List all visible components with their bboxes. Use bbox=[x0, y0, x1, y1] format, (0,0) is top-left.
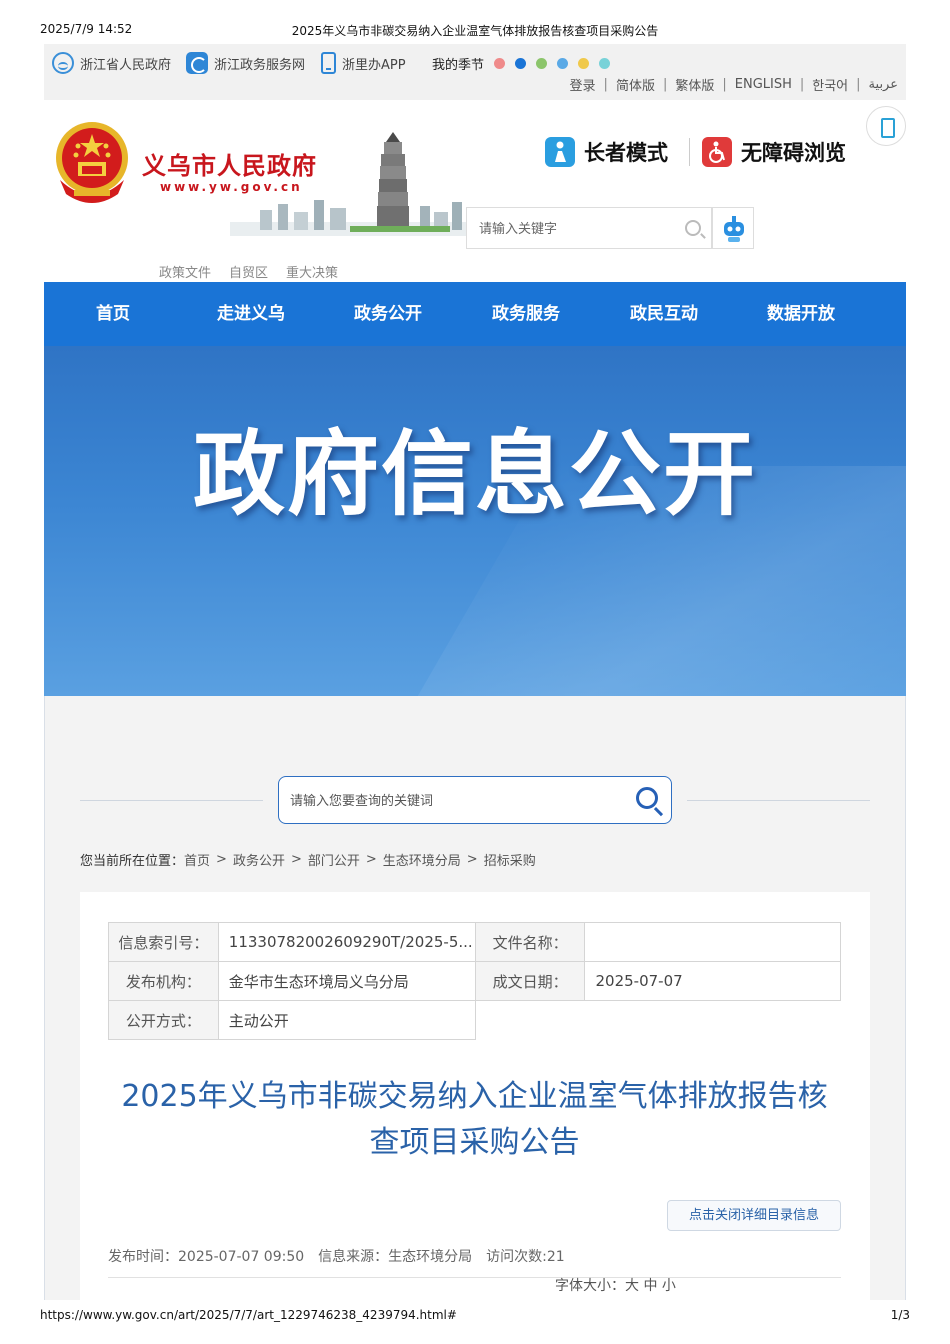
nav-interaction[interactable]: 政民互动 bbox=[630, 282, 698, 346]
national-emblem-icon bbox=[56, 122, 128, 203]
season-color-pink[interactable] bbox=[494, 57, 506, 69]
filename-label: 文件名称： bbox=[474, 922, 586, 962]
breadcrumb-prefix: 您当前所在位置： bbox=[80, 854, 185, 869]
quicklink-decisions[interactable]: 重大决策 bbox=[286, 262, 338, 281]
top-bar: 浙江省人民政府 浙江政务服务网 浙里办APP 我的季节 登录 | 简体版 | 繁体版… bbox=[44, 44, 906, 100]
breadcrumb-eco-bureau[interactable]: 生态环境分局 bbox=[383, 850, 461, 869]
print-footer: https://www.yw.gov.cn/art/2025/7/7/art_1… bbox=[0, 1308, 950, 1324]
breadcrumb-dept[interactable]: 部门公开 bbox=[308, 850, 360, 869]
breadcrumb-bidding[interactable]: 招标采购 bbox=[484, 850, 536, 869]
season-color-blue[interactable] bbox=[515, 57, 527, 69]
english-link[interactable]: ENGLISH bbox=[735, 77, 792, 92]
robot-icon bbox=[724, 216, 744, 242]
nav-open-gov[interactable]: 政务公开 bbox=[354, 282, 422, 346]
print-url: https://www.yw.gov.cn/art/2025/7/7/art_1… bbox=[40, 1308, 457, 1322]
elder-mode-icon bbox=[545, 137, 575, 167]
header-search-input[interactable] bbox=[479, 218, 679, 240]
zhejiang-service-label: 浙江政务服务网 bbox=[214, 57, 306, 73]
accessible-mode-label: 无障碍浏览 bbox=[741, 141, 846, 165]
mobile-app-icon bbox=[321, 52, 336, 74]
print-page-number: 1/3 bbox=[890, 1308, 910, 1322]
elder-mode-button[interactable]: 长者模式 bbox=[545, 136, 668, 168]
season-color-lightblue[interactable] bbox=[557, 57, 569, 69]
index-label: 信息索引号： bbox=[108, 922, 219, 962]
main-search-input[interactable] bbox=[290, 791, 610, 811]
font-size-control[interactable]: 字体大小：大 中 小 bbox=[555, 1275, 676, 1295]
publisher-label: 发布机构： bbox=[108, 961, 219, 1001]
zhejiang-service-link[interactable]: 浙江政务服务网 bbox=[186, 51, 305, 75]
publish-time: 发布时间：2025-07-07 09:50 bbox=[108, 1249, 305, 1265]
mode-value: 主动公开 bbox=[217, 1000, 476, 1040]
publisher-value: 金华市生态环境局义乌分局 bbox=[217, 961, 476, 1001]
zhejiang-gov-label: 浙江省人民政府 bbox=[80, 57, 172, 73]
print-header: 2025/7/9 14:52 2025年义乌市非碳交易纳入企业温室气体排放报告核… bbox=[0, 22, 950, 38]
zheliban-app-label: 浙里办APP bbox=[342, 57, 406, 73]
publish-rule bbox=[108, 1277, 841, 1278]
visit-count: 访问次数:21 bbox=[486, 1249, 565, 1265]
elder-mode-label: 长者模式 bbox=[584, 141, 668, 165]
robot-assistant-button[interactable] bbox=[712, 207, 754, 249]
season-color-cyan[interactable] bbox=[599, 57, 611, 69]
nav-home[interactable]: 首页 bbox=[96, 282, 130, 346]
korean-link[interactable]: 한국어 bbox=[812, 75, 848, 94]
mobile-version-button[interactable] bbox=[866, 106, 906, 146]
nav-services[interactable]: 政务服务 bbox=[492, 282, 560, 346]
publish-info: 发布时间：2025-07-07 09:50 信息来源：生态环境分局 访问次数:2… bbox=[108, 1246, 565, 1266]
search-icon[interactable] bbox=[636, 787, 658, 809]
zheliban-app-link[interactable]: 浙里办APP bbox=[321, 51, 406, 75]
banner: 政府信息公开 bbox=[44, 346, 906, 696]
nav-about[interactable]: 走进义乌 bbox=[217, 282, 285, 346]
traditional-link[interactable]: 繁体版 bbox=[675, 75, 714, 94]
toggle-catalog-button[interactable]: 点击关闭详细目录信息 bbox=[667, 1200, 841, 1231]
zhejiang-gov-link[interactable]: 浙江省人民政府 bbox=[52, 51, 171, 75]
main-nav: 首页 走进义乌 政务公开 政务服务 政民互动 数据开放 bbox=[44, 282, 906, 346]
accessible-mode-button[interactable]: 无障碍浏览 bbox=[702, 136, 846, 168]
print-title: 2025年义乌市非碳交易纳入企业温室气体排放报告核查项目采购公告 bbox=[291, 24, 659, 38]
date-value: 2025-07-07 bbox=[584, 961, 841, 1001]
pagoda-skyline-image bbox=[230, 132, 468, 236]
season-color-yellow[interactable] bbox=[578, 57, 590, 69]
breadcrumb: 您当前所在位置： 首页 > 政务公开 > 部门公开 > 生态环境分局 > 招标采购 bbox=[80, 850, 536, 869]
search-icon[interactable] bbox=[685, 220, 701, 236]
quicklink-policy[interactable]: 政策文件 bbox=[159, 262, 211, 281]
nav-open-data[interactable]: 数据开放 bbox=[767, 282, 835, 346]
zhejiang-gov-icon bbox=[52, 52, 74, 74]
season-label: 我的季节 bbox=[432, 57, 485, 73]
main-search-box bbox=[278, 776, 672, 824]
simplified-link[interactable]: 简体版 bbox=[616, 75, 655, 94]
zhejiang-service-icon bbox=[186, 52, 208, 74]
breadcrumb-home[interactable]: 首页 bbox=[184, 850, 210, 869]
banner-title: 政府信息公开 bbox=[192, 421, 757, 528]
breadcrumb-open-gov[interactable]: 政务公开 bbox=[233, 850, 285, 869]
filename-value bbox=[584, 922, 841, 962]
season-picker: 我的季节 bbox=[432, 51, 611, 75]
info-table: 信息索引号： 11330782002609290T/2025-5... 文件名称… bbox=[108, 922, 841, 1040]
info-source: 信息来源：生态环境分局 bbox=[318, 1249, 473, 1265]
language-bar: 登录 | 简体版 | 繁体版 | ENGLISH | 한국어 | عربية bbox=[569, 75, 898, 94]
mode-label: 公开方式： bbox=[108, 1000, 219, 1040]
document-title: 2025年义乌市非碳交易纳入企业温室气体排放报告核查项目采购公告 bbox=[121, 1079, 828, 1160]
index-value: 11330782002609290T/2025-5... bbox=[217, 922, 476, 962]
wheelchair-icon bbox=[702, 137, 732, 167]
quick-links: 政策文件 自贸区 重大决策 bbox=[159, 262, 338, 281]
mode-divider bbox=[689, 138, 690, 166]
arabic-link[interactable]: عربية bbox=[869, 77, 898, 92]
login-link[interactable]: 登录 bbox=[570, 75, 596, 94]
search-rule-left bbox=[80, 800, 263, 801]
date-label: 成文日期： bbox=[474, 961, 586, 1001]
search-rule-right bbox=[687, 800, 870, 801]
quicklink-ftz[interactable]: 自贸区 bbox=[229, 262, 268, 281]
season-color-green[interactable] bbox=[536, 57, 548, 69]
header-search-box bbox=[466, 207, 712, 249]
